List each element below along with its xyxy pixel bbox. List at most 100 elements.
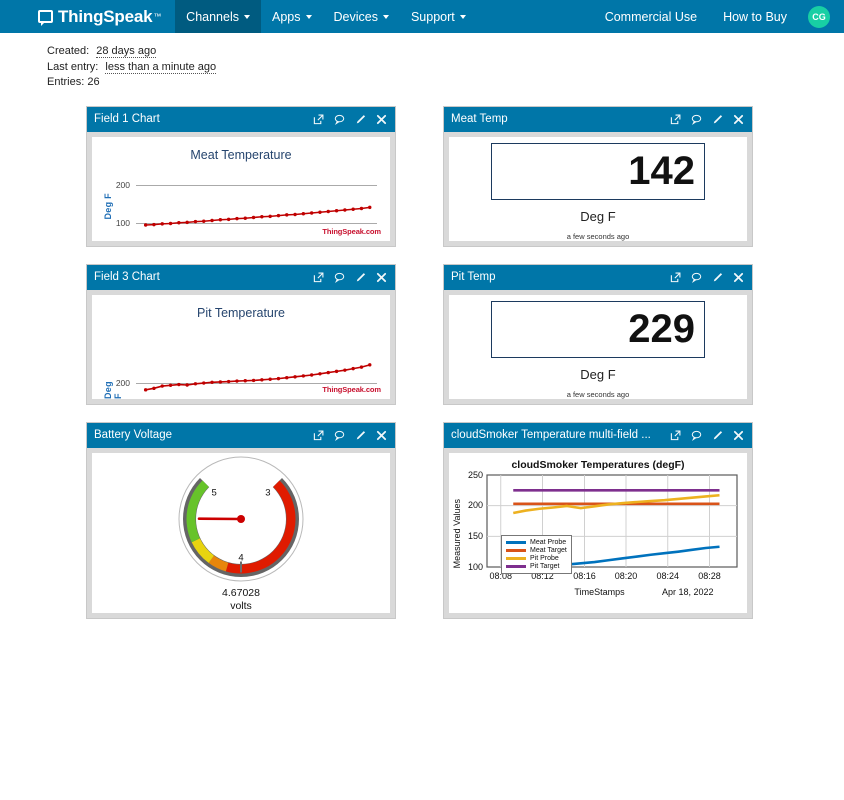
chart-data-point [160,383,164,388]
chart-y-tick-label: 150 [467,530,483,541]
chart-legend: Meat Probe Meat Target Pit Probe Pit Target [501,534,572,574]
chart-data-point [260,377,264,382]
chart-data-point [152,386,156,390]
chart-data-point [318,371,322,375]
nav-item-commercial-use[interactable]: Commercial Use [592,10,710,24]
widget-body: Pit TemperatureDeg F20008:1008:1508:2008… [92,294,390,399]
chart-data-point [293,374,297,379]
nav-item-support[interactable]: Support [400,0,477,33]
chart-data-point [177,382,181,386]
export-icon[interactable] [670,272,681,283]
last-entry-row: Last entry: less than a minute ago [47,60,844,76]
widget-multifield-chart: cloudSmoker Temperature multi-field ... … [443,421,753,619]
widget-title: Field 3 Chart [94,271,160,283]
gauge-tick-label: 4 [238,552,243,563]
comment-icon[interactable] [334,272,345,283]
chevron-down-icon [305,14,312,19]
last-entry-label: Last entry: [47,60,99,73]
gauge-display: 3 4 5 4.67028 volts [92,453,390,613]
widget-battery-voltage: Battery Voltage 3 4 5 4.67028 volts [86,421,396,619]
chart-data-point [251,215,256,219]
chart-data-point [143,387,148,392]
widget-title: cloudSmoker Temperature multi-field ... [451,429,651,441]
widget-pit-temp: Pit Temp 229 Deg F a few seconds ago [443,263,753,405]
chart-data-point [185,382,189,387]
numeric-value: 229 [628,307,695,351]
chart-data-point [243,378,247,382]
chart-data-point [202,219,206,223]
edit-icon[interactable] [712,430,723,441]
edit-icon[interactable] [712,114,723,125]
nav-item-channels-label: Channels [186,9,239,24]
export-icon[interactable] [313,272,324,283]
chart-data-point [268,214,272,218]
speech-bubble-icon [38,10,53,26]
close-icon[interactable] [733,114,744,125]
chart-y-tick-label: 250 [467,469,483,480]
chart-data-point [334,208,339,212]
legend-item: Meat Target [506,547,567,554]
legend-item: Pit Probe [506,555,567,562]
export-icon[interactable] [670,114,681,125]
edit-icon[interactable] [712,272,723,283]
chart-data-point [193,219,198,223]
close-icon[interactable] [733,430,744,441]
nav-item-apps[interactable]: Apps [261,0,323,33]
comment-icon[interactable] [691,430,702,441]
chart-data-point [334,369,339,373]
gauge-needle-hub [237,514,245,523]
entries-row: Entries: 26 [47,75,844,91]
primary-nav: Channels Apps Devices Support [175,0,477,33]
export-icon[interactable] [313,430,324,441]
comment-icon[interactable] [691,272,702,283]
chart-data-point [309,372,314,377]
avatar[interactable]: CG [808,5,830,28]
close-icon[interactable] [376,114,387,125]
chart-data-point [351,207,355,211]
widget-header: Pit Temp [444,264,752,290]
entries-label: Entries: [47,76,85,88]
export-icon[interactable] [313,114,324,125]
chart-x-tick-label: 08:20 [614,570,638,581]
chart-data-point [251,378,256,382]
comment-icon[interactable] [334,114,345,125]
chart-data-point [235,216,239,220]
thingspeak-logo[interactable]: ThingSpeak ™ [0,0,175,33]
widget-actions [670,430,744,441]
channel-metadata: Created: 28 days ago Last entry: less th… [0,33,844,91]
created-row: Created: 28 days ago [47,44,844,60]
widget-actions [313,114,387,125]
chart-data-point [218,217,223,221]
comment-icon[interactable] [691,114,702,125]
close-icon[interactable] [376,272,387,283]
close-icon[interactable] [376,430,387,441]
widget-title: Meat Temp [451,113,508,125]
nav-item-channels[interactable]: Channels [175,0,261,33]
close-icon[interactable] [733,272,744,283]
nav-item-how-to-buy[interactable]: How to Buy [710,10,800,24]
numeric-value-box: 229 [491,300,705,358]
export-icon[interactable] [670,430,681,441]
chart-data-point [326,209,330,213]
edit-icon[interactable] [355,430,366,441]
chart-data-point [359,364,364,369]
nav-item-support-label: Support [410,9,455,24]
chart-series-layer [143,205,372,227]
chart-data-point [202,380,206,385]
widget-actions [670,114,744,125]
edit-icon[interactable] [355,272,366,283]
comment-icon[interactable] [334,430,345,441]
widget-meat-temp: Meat Temp 142 Deg F a few seconds ago [443,105,753,247]
legend-swatch [506,564,526,568]
chevron-down-icon [382,14,389,19]
trademark-symbol: ™ [153,12,162,21]
edit-icon[interactable] [355,114,366,125]
gauge-tick-label: 5 [211,487,216,498]
nav-item-devices[interactable]: Devices [323,0,400,33]
thingspeak-line-chart: Meat TemperatureDeg F10020008:1008:1508:… [92,137,390,241]
widget-field-1-chart: Field 1 Chart Meat Temperature Deg F 100 20… [86,105,396,247]
chart-data-point [210,380,214,384]
chart-data-point [276,213,281,217]
widget-body: 3 4 5 4.67028 volts [92,452,390,613]
secondary-nav: Commercial Use How to Buy CG [592,0,844,33]
